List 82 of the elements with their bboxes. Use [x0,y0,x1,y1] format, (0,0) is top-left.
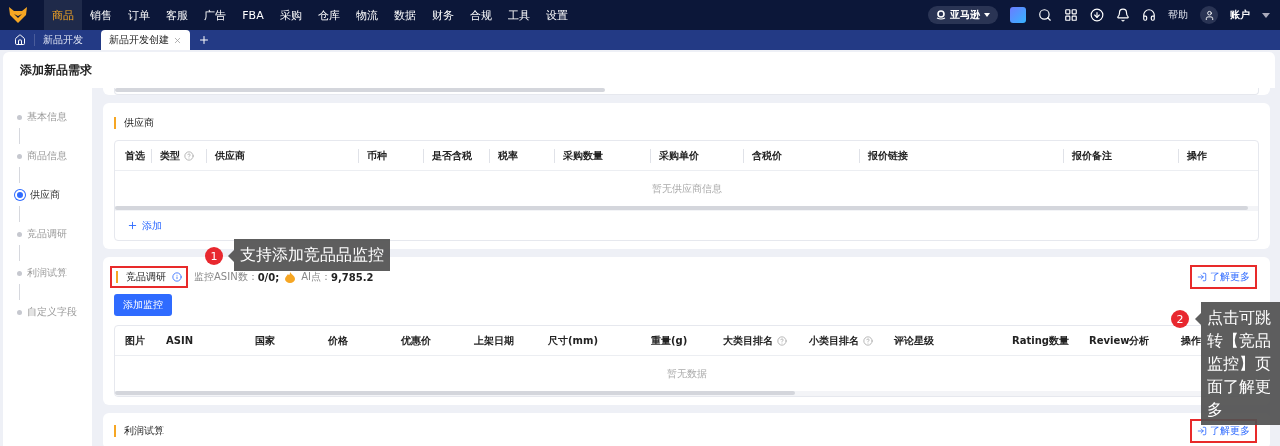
column-header: 首选 [125,148,145,163]
column-header: 尺寸(mm) [548,333,598,348]
nav-item[interactable]: 数据 [386,0,424,30]
add-link[interactable]: 添加 [127,218,162,233]
nav-item[interactable]: FBA [234,0,272,30]
asin-count-label: 监控ASIN数： [194,270,258,284]
headset-icon[interactable] [1142,8,1156,22]
ai-points-label: AI点： [301,270,331,284]
empty-message: 暂无数据 [666,366,707,381]
ai-points: 9,785.2 [331,271,374,283]
column-header: Review分析 [1089,333,1150,348]
column-header: 供应商 [215,148,245,163]
help-link[interactable]: 帮助 [1168,8,1188,22]
annotation-tooltip: 点击可跳转【竞品监控】页面了解更多 [1201,302,1280,425]
column-header: 上架日期 [474,333,514,348]
column-header: 重量(g) [651,333,688,348]
column-header: 国家 [255,333,275,348]
section-title: 供应商 [114,117,154,129]
page-title: 添加新品需求 [3,52,1275,88]
nav-item[interactable]: 工具 [500,0,538,30]
nav-item[interactable]: 物流 [348,0,386,30]
column-header: 大类目排名 [723,333,773,348]
help-icon [777,335,787,346]
section-title: 利润试算 [114,425,164,437]
column-header: 类型 [160,148,180,163]
scrollbar[interactable] [115,206,1248,210]
nav-item[interactable]: 财务 [424,0,462,30]
nav-item[interactable]: 销售 [82,0,120,30]
help-icon [184,150,194,161]
apps-icon[interactable] [1064,8,1078,22]
nav-item[interactable]: 采购 [272,0,310,30]
plus-icon [127,220,138,231]
bell-icon[interactable] [1116,8,1130,22]
column-header: ASIN [166,335,194,346]
page-tab[interactable]: 新品开发创建 [101,30,190,50]
caret-icon[interactable] [1262,12,1270,18]
enter-icon [1197,426,1207,436]
column-header: 采购数量 [563,148,603,163]
flame-icon [285,271,296,283]
column-header: 操作 [1187,148,1207,163]
nav-item[interactable]: 仓库 [310,0,348,30]
column-header: 小类目排名 [809,333,859,348]
nav-item[interactable]: 合规 [462,0,500,30]
column-header: 优惠价 [401,333,431,348]
column-header: 币种 [367,148,387,163]
scrollbar[interactable] [115,88,605,92]
avatar-icon[interactable] [1200,6,1218,24]
step-item[interactable]: 供应商 [30,188,60,202]
empty-message: 暂无供应商信息 [651,181,722,196]
help-icon [863,335,873,346]
nav-item[interactable]: 客服 [158,0,196,30]
nav-item[interactable]: 广告 [196,0,234,30]
column-header: 税率 [498,148,518,163]
column-header: 采购单价 [659,148,699,163]
add-tab-icon[interactable] [198,34,210,46]
nav-item[interactable]: 设置 [538,0,576,30]
section-title: 竞品调研 [116,271,166,283]
nav-item[interactable]: 商品 [44,0,82,30]
column-header: 操作 [1181,333,1201,348]
search-icon[interactable] [1038,8,1052,22]
column-header: 报价备注 [1072,148,1112,163]
column-header: 图片 [125,333,145,348]
account-menu[interactable]: 账户 [1230,8,1250,22]
caret-icon [984,13,990,17]
platform-selector[interactable]: 亚马逊 [928,6,998,24]
column-header: Rating数量 [1012,333,1069,348]
annotation-tooltip: 支持添加竞品品监控 [234,239,390,271]
column-header: 评论星级 [894,333,934,348]
column-header: 含税价 [752,148,782,163]
nav-item[interactable]: 订单 [120,0,158,30]
download-icon[interactable] [1090,8,1104,22]
home-icon[interactable] [14,34,26,46]
add-monitor-button[interactable]: 添加监控 [114,294,172,316]
fox-logo [8,6,28,24]
asin-count: 0/0; [257,271,280,283]
info-icon [172,272,182,282]
column-header: 价格 [328,333,348,348]
page-tab[interactable]: 新品开发 [34,34,91,46]
column-header: 报价链接 [868,148,908,163]
learn-more-link[interactable]: 了解更多 [1190,265,1257,289]
enter-icon [1197,272,1207,282]
column-header: 是否含税 [432,148,472,163]
